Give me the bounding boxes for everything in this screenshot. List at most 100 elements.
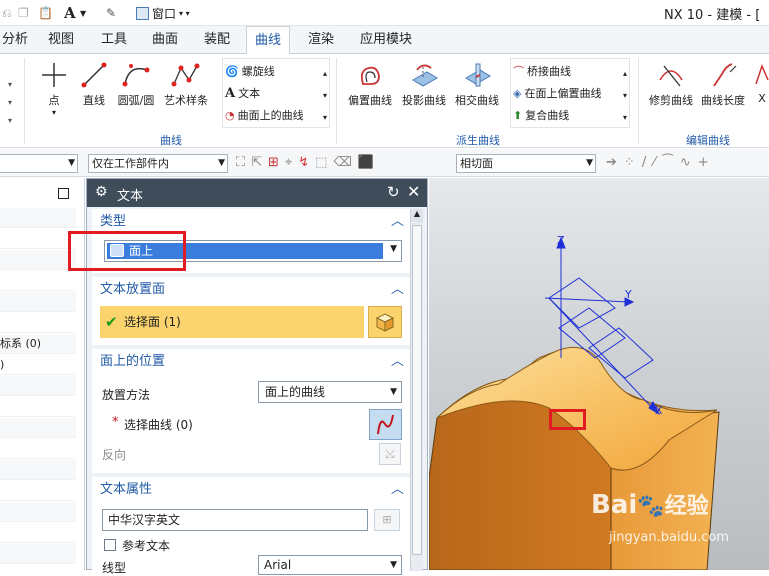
snap-tools[interactable]: ➔⁘/⁄⁀∿+	[606, 155, 716, 170]
arc-circle-button[interactable]: 圆弧/圆	[114, 58, 158, 108]
select-face-row[interactable]: ✔ 选择面 (1)	[100, 306, 364, 338]
list-item[interactable]	[0, 229, 76, 249]
maximize-icon[interactable]	[58, 188, 69, 199]
intersection-curve-button[interactable]: 相交曲线	[452, 58, 502, 108]
font-dropdown-icon[interactable]: ▼	[80, 4, 86, 22]
placement-method-dropdown[interactable]: 面上的曲线 ▼	[258, 381, 402, 403]
curve-length-button[interactable]: 曲线长度	[698, 58, 748, 108]
scrollbar-thumb[interactable]	[412, 225, 422, 555]
lasso-icon[interactable]: ⌖	[285, 155, 298, 170]
text-button[interactable]: A 文本	[225, 83, 260, 103]
watermark-brand: Bai	[591, 490, 638, 520]
tab-analysis[interactable]: 分析	[0, 26, 36, 54]
list-item[interactable]	[0, 460, 76, 480]
offset-curve-button[interactable]: 偏置曲线	[344, 58, 396, 108]
tab-curve[interactable]: 曲线	[246, 26, 291, 55]
font-dropdown[interactable]: Arial ▼	[258, 555, 402, 575]
collapse-icon[interactable]: ︿	[391, 477, 404, 503]
snap-point-icon[interactable]: ⊞	[268, 155, 285, 170]
chevron-down-icon[interactable]: ▴ ▾ ▾	[623, 63, 627, 129]
trim-curve-button[interactable]: 修剪曲线	[646, 58, 696, 108]
composite-curve-button[interactable]: ⬆ 复合曲线	[513, 105, 569, 125]
list-item[interactable]	[0, 397, 76, 417]
reverse-label: 反向	[102, 448, 127, 462]
tab-surface[interactable]: 曲面	[144, 26, 186, 54]
undo-icon[interactable]: ⎌	[2, 4, 12, 22]
paste-icon[interactable]: 📋	[38, 4, 53, 22]
group-label-derived: 派生曲线	[456, 134, 500, 147]
list-item[interactable]	[0, 250, 76, 270]
tab-applications[interactable]: 应用模块	[352, 26, 420, 54]
cross-icon[interactable]: +	[698, 155, 716, 170]
reference-text-checkbox[interactable]	[104, 539, 116, 551]
grid-icon[interactable]: ⁘	[624, 155, 642, 170]
curve-on-surface-button[interactable]: ◔ 曲面上的曲线	[225, 105, 304, 125]
collapse-icon[interactable]: ︿	[391, 349, 404, 375]
eraser-icon[interactable]: ✎	[106, 4, 116, 22]
offset-in-face-button[interactable]: ◈ 在面上偏置曲线	[513, 83, 601, 103]
selection-tools[interactable]: ⛶⇱⊞⌖↯⬚⌫⬛	[236, 155, 380, 170]
line-button[interactable]: 直线	[76, 58, 112, 108]
font-icon[interactable]: A	[64, 4, 76, 22]
tab-view[interactable]: 视图	[40, 26, 82, 54]
chevron-down-icon[interactable]: ▾ ▾ ▾	[8, 80, 12, 125]
project-curve-button[interactable]: 投影曲线	[398, 58, 450, 108]
helix-button[interactable]: 🌀 螺旋线	[225, 61, 275, 81]
curve-snap-icon[interactable]: ⁀	[662, 155, 679, 170]
list-item[interactable]	[0, 502, 76, 522]
tab-tools[interactable]: 工具	[93, 26, 135, 54]
select-curve-button[interactable]	[369, 409, 402, 440]
text-input[interactable]: 中华汉字英文	[102, 509, 368, 531]
annotation-box	[549, 409, 586, 430]
list-item[interactable]	[0, 376, 76, 396]
list-item[interactable]	[0, 208, 76, 228]
list-item[interactable]	[0, 481, 76, 501]
section-position-header[interactable]: 面上的位置 ︿	[92, 349, 410, 375]
point-button[interactable]: 点 ▾	[34, 58, 74, 117]
face-select-button[interactable]	[368, 306, 402, 338]
select-curve-label[interactable]: 选择曲线 (0)	[124, 416, 193, 433]
bridge-curve-button[interactable]: ⌒ 桥接曲线	[513, 61, 571, 81]
list-item[interactable]	[0, 313, 76, 333]
list-item[interactable]	[0, 439, 76, 459]
list-item[interactable]: 标系 (0)	[0, 334, 76, 354]
list-item[interactable]: )	[0, 355, 76, 375]
magnet-icon[interactable]: ↯	[298, 155, 315, 170]
collapse-icon[interactable]: ︿	[391, 277, 404, 303]
list-item[interactable]	[0, 523, 76, 543]
chevron-down-icon[interactable]: ▴ ▾ ▾	[323, 63, 327, 129]
title-bar: ⎌ ❐ 📋 A ▼ ✎ 窗口 ▾ ▾ NX 10 - 建模 - [	[0, 0, 769, 26]
x-form-button[interactable]: X	[750, 58, 769, 105]
graphics-window[interactable]: Z Y X Bai🐾经验 jingyan.baidu.com	[429, 178, 769, 570]
list-item[interactable]	[0, 544, 76, 564]
eraser-icon[interactable]: ⌫	[333, 155, 357, 170]
reset-icon[interactable]: ↻	[387, 183, 400, 201]
copy-icon[interactable]: ❐	[18, 4, 29, 22]
line-snap-icon[interactable]: ⁄	[653, 155, 662, 170]
section-text-properties-header[interactable]: 文本属性 ︿	[92, 477, 410, 503]
type-filter-dropdown[interactable]: ▼	[0, 154, 78, 173]
tab-assembly[interactable]: 装配	[196, 26, 238, 54]
arrow-right-icon[interactable]: ➔	[606, 155, 624, 170]
list-item[interactable]	[0, 271, 76, 291]
close-icon[interactable]: ✕	[407, 182, 420, 201]
symbol-picker-icon[interactable]: ⊞	[374, 509, 400, 531]
list-item[interactable]	[0, 418, 76, 438]
solid-icon[interactable]: ⬛	[358, 155, 380, 170]
tab-render[interactable]: 渲染	[300, 26, 342, 54]
filter-icon[interactable]: ⛶	[236, 155, 251, 170]
scope-filter-dropdown[interactable]: 仅在工作部件内 ▼	[88, 154, 228, 173]
wave-icon[interactable]: ∿	[680, 155, 698, 170]
box-select-icon[interactable]: ⬚	[315, 155, 333, 170]
section-placement-face-header[interactable]: 文本放置面 ︿	[92, 277, 410, 303]
reverse-direction-icon[interactable]: ⤩	[379, 443, 401, 465]
window-menu[interactable]: 窗口 ▾ ▾	[136, 4, 190, 22]
scrollbar[interactable]: ▲	[410, 209, 423, 571]
scroll-up-icon[interactable]: ▲	[411, 209, 423, 222]
pointer-icon[interactable]: ⇱	[251, 155, 268, 170]
face-rule-dropdown[interactable]: 相切面 ▼	[456, 154, 596, 173]
collapse-icon[interactable]: ︿	[391, 209, 404, 235]
slash-icon[interactable]: /	[642, 155, 653, 170]
list-item[interactable]	[0, 292, 76, 312]
studio-spline-button[interactable]: 艺术样条	[160, 58, 212, 108]
